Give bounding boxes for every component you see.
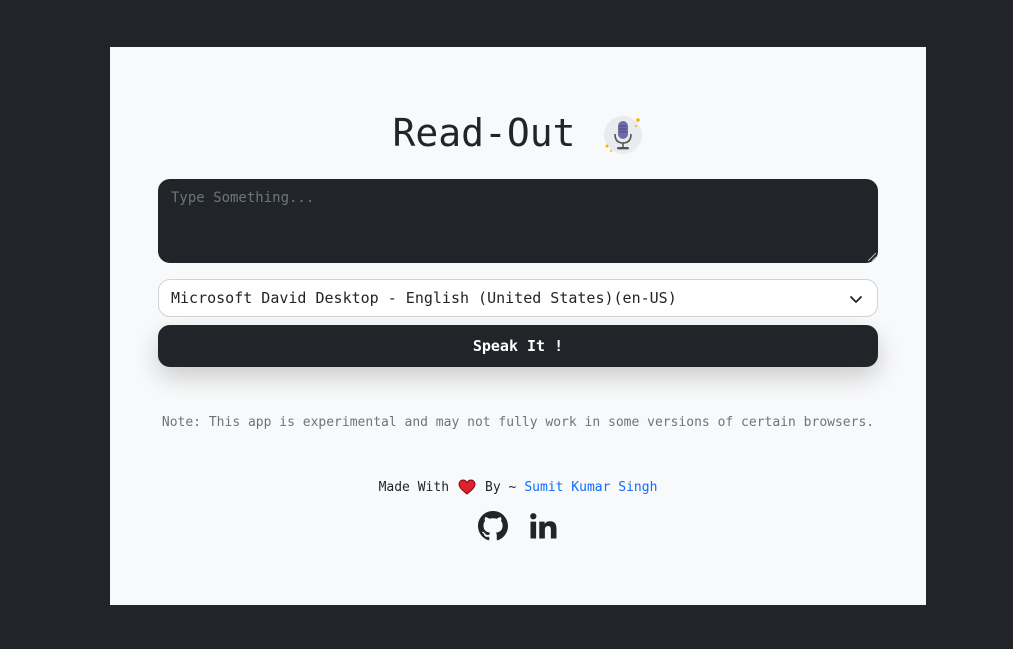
- speak-button[interactable]: Speak It !: [158, 325, 878, 367]
- text-input[interactable]: [158, 179, 878, 263]
- page-title: Read-Out: [392, 111, 576, 155]
- chevron-down-icon: [850, 296, 862, 303]
- header: Read-Out: [110, 110, 926, 156]
- microphone-icon: [603, 116, 642, 154]
- credits: Made With By ~ Sumit Kumar Singh: [110, 479, 926, 495]
- github-icon[interactable]: [478, 511, 508, 541]
- author-link[interactable]: Sumit Kumar Singh: [524, 480, 657, 495]
- made-with-label: Made With: [378, 479, 450, 495]
- linkedin-icon[interactable]: [528, 511, 558, 541]
- main-card: Read-Out Microsoft David Desktop - Engli…: [110, 47, 926, 605]
- note-text: Note: This app is experimental and may n…: [161, 415, 875, 430]
- by-label: By ~: [485, 479, 517, 495]
- heart-icon: [458, 479, 476, 495]
- voice-select[interactable]: Microsoft David Desktop - English (Unite…: [158, 279, 878, 317]
- resize-grip-icon[interactable]: [868, 253, 876, 261]
- social-links: [110, 511, 926, 541]
- voice-select-value: Microsoft David Desktop - English (Unite…: [171, 289, 677, 307]
